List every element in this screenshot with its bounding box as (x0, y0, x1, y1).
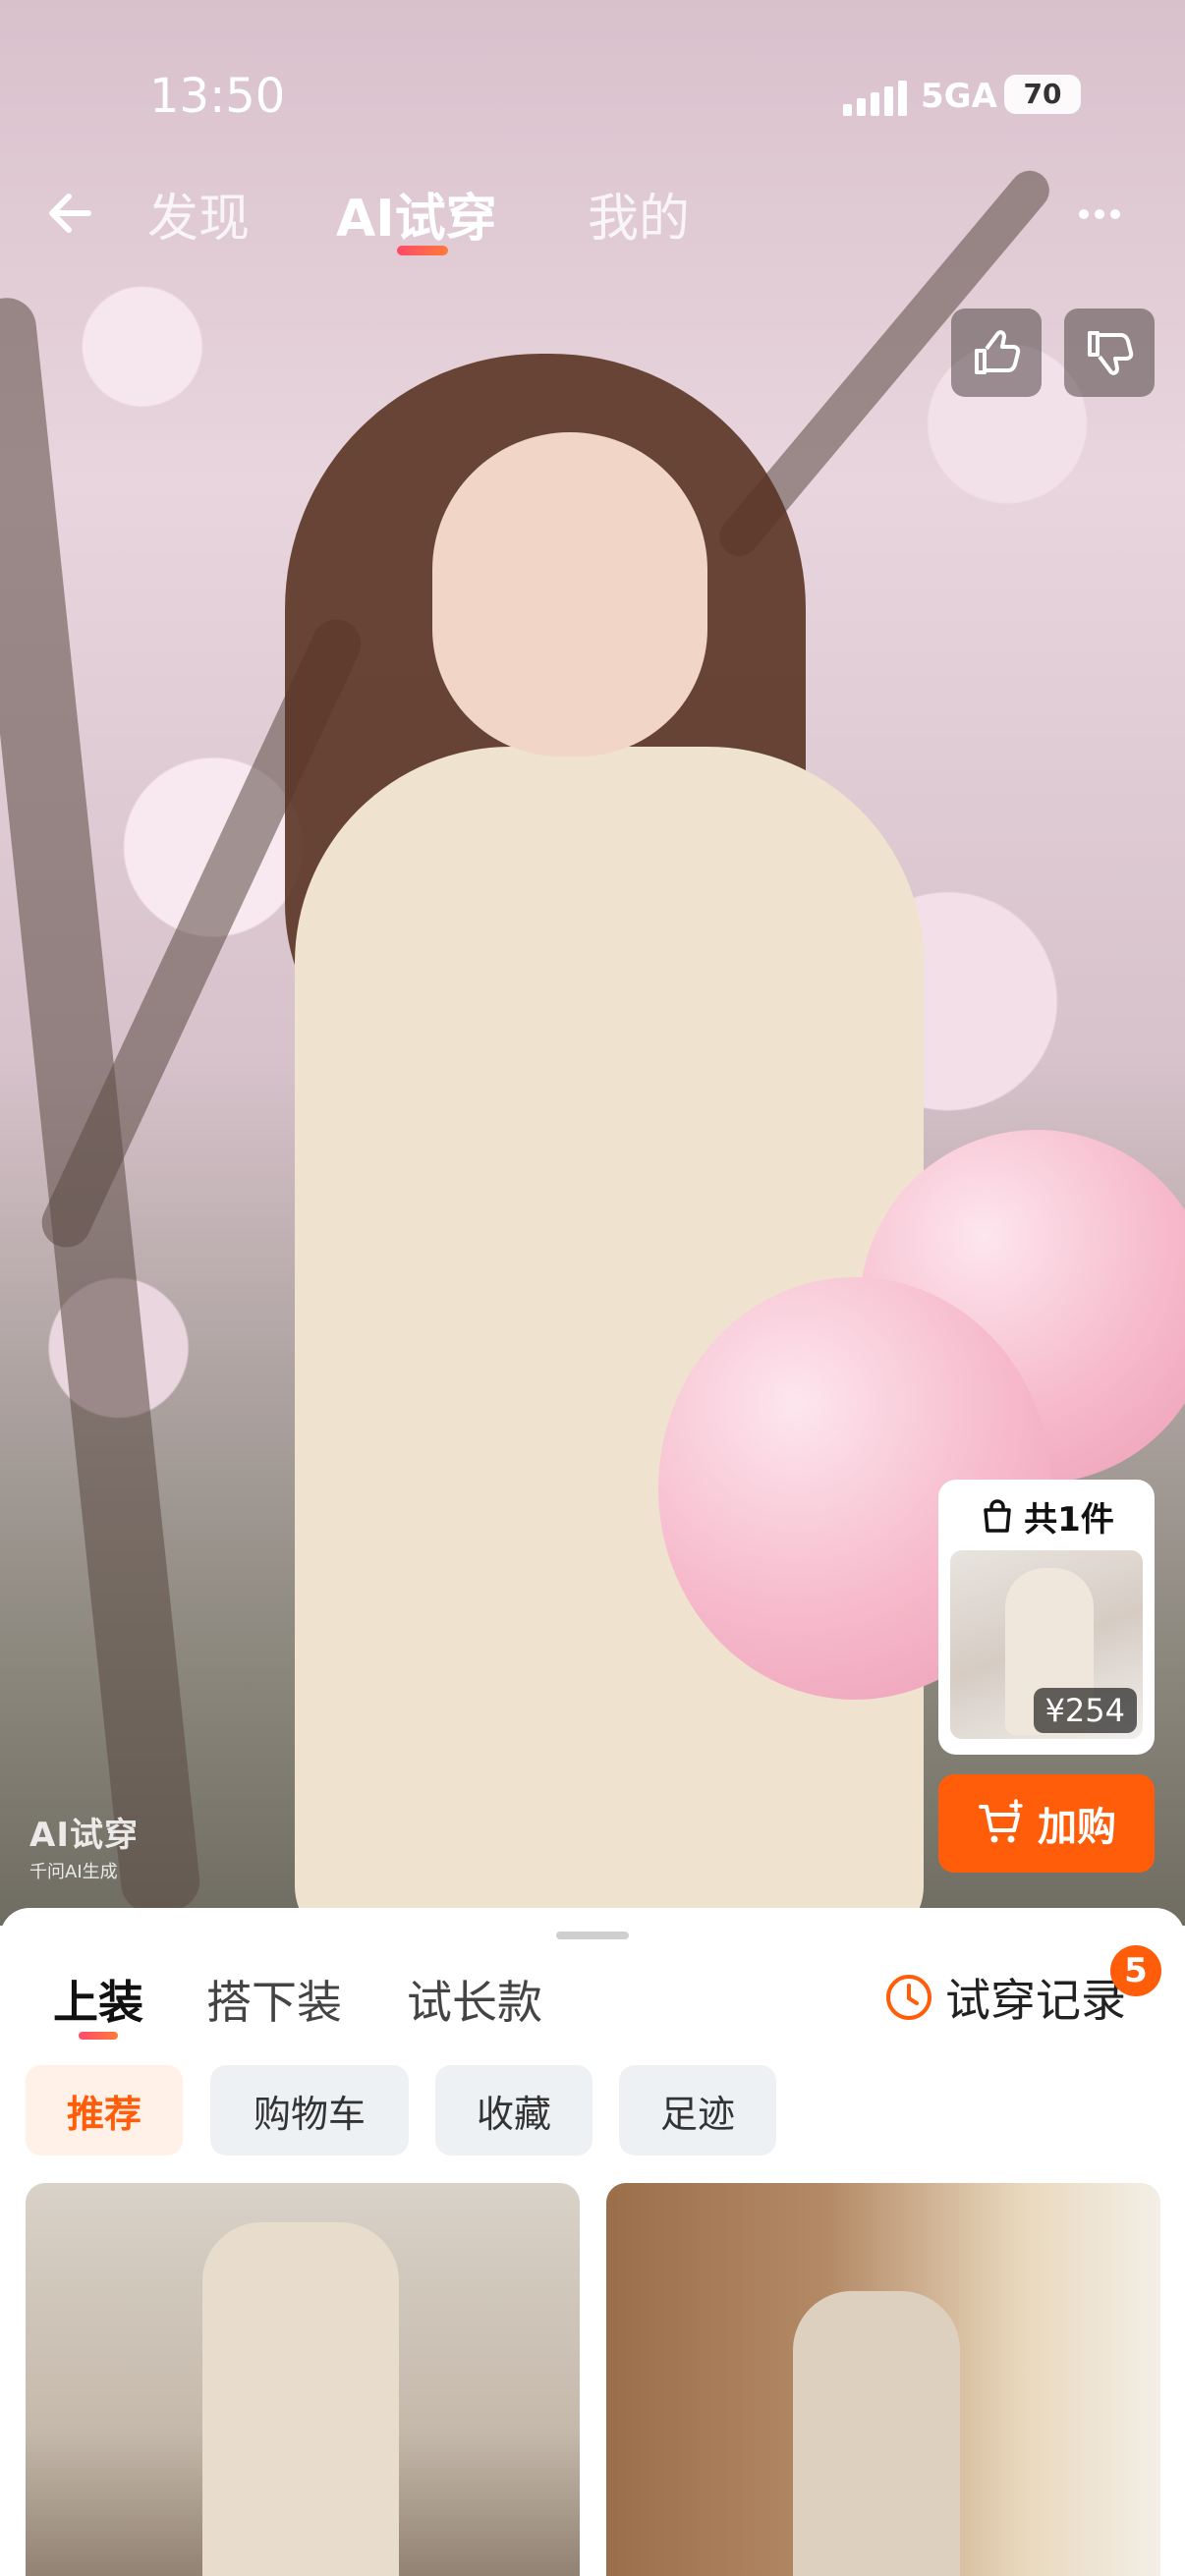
ai-watermark: AI试穿 千问AI生成 (29, 1808, 139, 1883)
status-time: 13:50 (149, 69, 286, 124)
add-to-cart-label: 加购 (1038, 1805, 1116, 1850)
more-dots-icon (1079, 209, 1089, 219)
more-button[interactable] (1079, 204, 1126, 223)
clothing-selection-sheet: 上装 搭下装 试长款 试穿记录 5 推荐 购物车 收藏 足迹 (0, 1908, 1185, 2576)
filter-cart[interactable]: 购物车 (210, 2065, 409, 2156)
battery-indicator: 70 (1004, 75, 1081, 114)
try-on-history-label: 试穿记录 (945, 1974, 1126, 2027)
top-navigation: 发现 AI试穿 我的 (0, 167, 1185, 255)
watermark-subtitle: 千问AI生成 (29, 1862, 118, 1882)
history-count-badge: 5 (1110, 1945, 1161, 1996)
try-on-history-button[interactable]: 试穿记录 (884, 1965, 1126, 2030)
category-tops[interactable]: 上装 (53, 1967, 143, 2032)
more-dot (1110, 209, 1120, 219)
outfit-item-price: ¥254 (1033, 1688, 1137, 1733)
outfit-count-label: 共1件 (1024, 1499, 1114, 1540)
product-model (202, 2222, 399, 2576)
thumbs-down-icon (1088, 331, 1134, 375)
watermark-title: AI试穿 (29, 1816, 139, 1855)
network-type: 5GA (921, 77, 997, 116)
add-to-cart-button[interactable]: 加购 (938, 1774, 1155, 1873)
product-card[interactable] (26, 2183, 580, 2576)
product-model (793, 2291, 960, 2576)
outfit-item-thumbnail[interactable]: ¥254 (950, 1550, 1143, 1739)
arrow-left-icon (49, 194, 91, 233)
cart-plus-icon (979, 1799, 1023, 1843)
signal-icon (843, 81, 912, 116)
product-card[interactable] (606, 2183, 1160, 2576)
clock-icon (886, 1975, 931, 2020)
status-bar: 13:50 5GA 70 (0, 69, 1185, 128)
category-long-styles[interactable]: 试长款 (407, 1967, 542, 2032)
active-category-indicator (79, 2032, 118, 2040)
dislike-button[interactable] (1064, 308, 1155, 397)
filter-recommended[interactable]: 推荐 (26, 2065, 183, 2156)
category-match-bottoms[interactable]: 搭下装 (206, 1967, 342, 2032)
model-face (432, 432, 707, 756)
more-dot (1095, 209, 1104, 219)
active-tab-indicator (397, 246, 448, 255)
tab-ai-try-on[interactable]: AI试穿 (336, 177, 497, 251)
shopping-bag-icon (984, 1499, 1011, 1533)
outfit-items-card[interactable]: 共1件 ¥254 (938, 1480, 1155, 1755)
tab-discover[interactable]: 发现 (147, 177, 250, 251)
tab-mine[interactable]: 我的 (588, 177, 690, 251)
sheet-drag-handle[interactable] (556, 1932, 629, 1939)
back-button[interactable] (39, 179, 108, 248)
filter-history[interactable]: 足迹 (619, 2065, 776, 2156)
filter-favorites[interactable]: 收藏 (435, 2065, 592, 2156)
outfit-count-row: 共1件 (950, 1491, 1143, 1540)
thumbs-up-icon (975, 330, 1021, 374)
like-button[interactable] (951, 308, 1042, 397)
